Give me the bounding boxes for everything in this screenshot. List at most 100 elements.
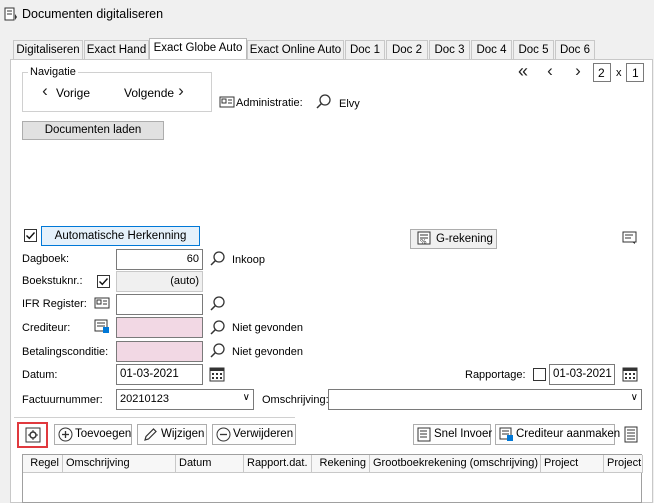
checkmark-icon xyxy=(99,278,109,286)
ifr-input[interactable] xyxy=(116,294,203,315)
settings-button[interactable] xyxy=(17,422,48,448)
page-current[interactable]: 2 xyxy=(593,63,611,82)
next-button[interactable]: Volgende › xyxy=(124,81,194,101)
boekstuknr-checkbox[interactable] xyxy=(97,275,110,288)
g-rekening-button[interactable]: % G-rekening xyxy=(410,229,497,249)
creditor-card-icon xyxy=(499,427,513,441)
dagboek-input[interactable]: 60 xyxy=(116,249,203,270)
lines-grid[interactable]: Regel Omschrijving Datum Rapport.dat. Re… xyxy=(22,454,643,503)
rapportage-checkbox[interactable] xyxy=(533,368,546,381)
boekstuknr-label: Boekstuknr.: xyxy=(22,275,83,287)
column-header-datum[interactable]: Datum xyxy=(176,455,244,473)
auto-recognition-checkbox[interactable] xyxy=(24,229,37,242)
ifr-search-icon[interactable] xyxy=(210,296,226,312)
column-header-project-omschrijving[interactable]: Project ( xyxy=(604,455,643,473)
rapportage-calendar-icon[interactable] xyxy=(622,366,638,382)
datum-input[interactable]: 01-03-2021 xyxy=(116,364,203,385)
dagboek-search-icon[interactable] xyxy=(210,251,226,267)
factuurnummer-label: Factuurnummer: xyxy=(22,394,103,406)
edit-button[interactable]: Wijzigen xyxy=(137,424,207,445)
column-header-grootboekrekening[interactable]: Grootboekrekening (omschrijving) xyxy=(370,455,541,473)
betalingsconditie-label: Betalingsconditie: xyxy=(22,346,109,358)
checkmark-icon xyxy=(26,232,36,240)
crediteur-input[interactable] xyxy=(116,317,203,338)
dagboek-label: Dagboek: xyxy=(22,253,70,265)
pencil-icon xyxy=(144,428,157,441)
column-header-rekening[interactable]: Rekening xyxy=(312,455,370,473)
factuurnummer-value: 20210123 xyxy=(120,393,169,405)
column-header-regel[interactable]: Regel xyxy=(23,455,63,473)
tab-doc-1[interactable]: Doc 1 xyxy=(345,40,385,60)
betalingsconditie-desc: Niet gevonden xyxy=(232,346,303,358)
page-separator: x xyxy=(616,67,622,79)
creditor-card-icon[interactable] xyxy=(94,318,110,334)
datum-calendar-icon[interactable] xyxy=(209,366,225,382)
omschrijving-input[interactable]: ∨ xyxy=(328,389,642,410)
quick-entry-icon xyxy=(417,427,431,442)
tab-doc-4[interactable]: Doc 4 xyxy=(471,40,512,60)
factuurnummer-input[interactable]: 20210123 ∨ xyxy=(116,389,254,410)
prev-button[interactable]: ‹ Vorige xyxy=(38,81,108,101)
crediteur-label: Crediteur: xyxy=(22,322,71,334)
search-icon[interactable] xyxy=(316,94,332,110)
delete-button[interactable]: Verwijderen xyxy=(212,424,296,445)
svg-text:%: % xyxy=(420,238,427,246)
register-icon[interactable] xyxy=(94,296,110,310)
chevron-left-icon: ‹ xyxy=(42,81,48,100)
auto-recognition-button[interactable]: Automatische Herkenning xyxy=(41,226,200,246)
first-page-icon[interactable]: « xyxy=(514,62,532,80)
ifr-label: IFR Register: xyxy=(22,298,87,310)
rapportage-input[interactable]: 01-03-2021 xyxy=(549,364,615,385)
quick-entry-label: Snel Invoer xyxy=(434,428,493,440)
delete-label: Verwijderen xyxy=(233,428,294,440)
administration-icon xyxy=(219,96,235,108)
next-page-icon[interactable]: › xyxy=(571,62,585,79)
administratie-value: Elvy xyxy=(339,98,360,110)
create-creditor-label: Crediteur aanmaken xyxy=(516,428,621,440)
tab-exact-hand[interactable]: Exact Hand xyxy=(84,40,149,60)
column-header-omschrijving[interactable]: Omschrijving xyxy=(63,455,176,473)
ledger-icon: % xyxy=(417,231,431,246)
betalingsconditie-input[interactable] xyxy=(116,341,203,362)
tab-exact-online-auto[interactable]: Exact Online Auto xyxy=(247,40,344,60)
dagboek-desc: Inkoop xyxy=(232,254,266,266)
chevron-down-icon[interactable]: ∨ xyxy=(631,392,638,403)
navigatie-legend: Navigatie xyxy=(28,66,78,78)
page-total: 1 xyxy=(626,63,644,82)
app-icon xyxy=(4,7,17,21)
load-documents-button[interactable]: Documenten laden xyxy=(22,121,164,140)
crediteur-search-icon[interactable] xyxy=(210,320,226,336)
tab-digitaliseren[interactable]: Digitaliseren xyxy=(13,40,83,60)
title-bar: Documenten digitaliseren xyxy=(0,0,654,30)
chevron-down-icon[interactable]: ∨ xyxy=(243,392,250,403)
tab-doc-2[interactable]: Doc 2 xyxy=(386,40,428,60)
add-button[interactable]: Toevoegen xyxy=(54,424,132,445)
plus-icon xyxy=(58,427,73,442)
window-title: Documenten digitaliseren xyxy=(22,7,164,21)
boekstuknr-input: (auto) xyxy=(116,271,203,292)
columns-icon[interactable] xyxy=(623,426,639,443)
add-label: Toevoegen xyxy=(75,428,132,440)
next-label: Volgende xyxy=(124,86,175,100)
tab-doc-5[interactable]: Doc 5 xyxy=(513,40,554,60)
edit-label: Wijzigen xyxy=(161,428,205,440)
quick-entry-button[interactable]: Snel Invoer xyxy=(413,424,493,445)
tab-strip: Digitaliseren Exact Hand Exact Globe Aut… xyxy=(0,38,654,61)
crediteur-desc: Niet gevonden xyxy=(232,322,303,334)
prev-page-icon[interactable]: ‹ xyxy=(543,62,557,79)
column-header-rapport-dat[interactable]: Rapport.dat. xyxy=(244,455,312,473)
datum-label: Datum: xyxy=(22,369,58,381)
toolbar-separator xyxy=(14,417,295,418)
chevron-right-icon: › xyxy=(178,81,184,100)
minus-icon xyxy=(216,427,231,442)
prev-label: Vorige xyxy=(56,86,91,100)
betalingsconditie-search-icon[interactable] xyxy=(210,343,226,359)
settings-icon xyxy=(25,427,41,443)
tab-doc-6[interactable]: Doc 6 xyxy=(555,40,595,60)
create-creditor-button[interactable]: Crediteur aanmaken xyxy=(495,424,620,445)
column-header-project[interactable]: Project xyxy=(541,455,604,473)
tab-doc-3[interactable]: Doc 3 xyxy=(429,40,470,60)
tab-exact-globe-auto[interactable]: Exact Globe Auto xyxy=(149,38,247,61)
administratie-label: Administratie: xyxy=(236,97,303,109)
notes-icon[interactable] xyxy=(622,230,638,246)
